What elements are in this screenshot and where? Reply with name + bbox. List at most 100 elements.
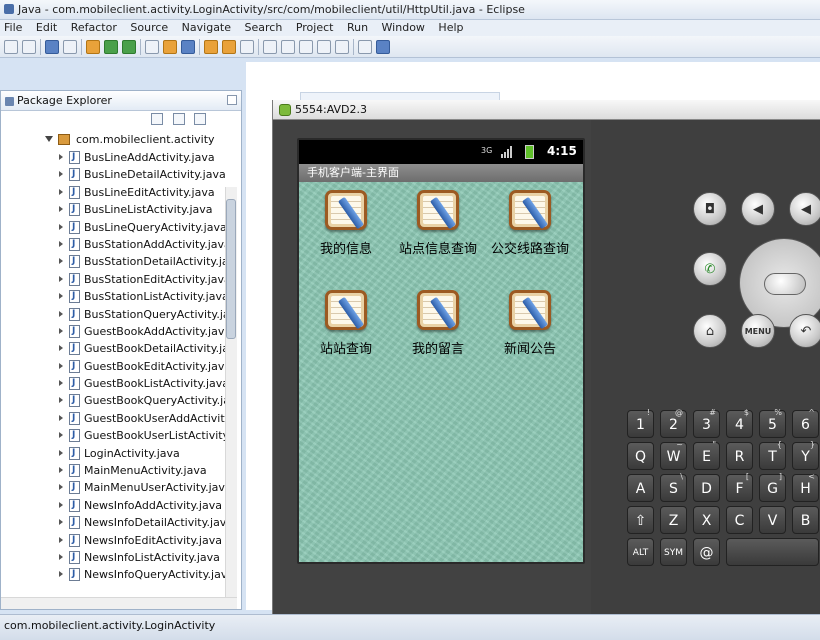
key-shift[interactable]: ⇧ [627, 506, 654, 534]
expand-arrow-icon[interactable] [59, 345, 63, 352]
file-item[interactable]: BusLineListActivity.java [59, 201, 227, 219]
avd-manager-icon[interactable] [181, 39, 195, 54]
key-a[interactable]: A [627, 474, 654, 502]
next-annotation-icon[interactable] [281, 39, 295, 54]
expand-arrow-icon[interactable] [59, 223, 63, 230]
key-z[interactable]: Z [660, 506, 687, 534]
print-icon[interactable] [45, 39, 59, 54]
file-item[interactable]: BusStationListActivity.java [59, 288, 227, 306]
key-w[interactable]: W ~ [660, 440, 687, 470]
expand-arrow-icon[interactable] [59, 484, 63, 491]
run-external-icon[interactable] [122, 39, 136, 54]
open-folder-icon[interactable] [204, 39, 218, 54]
file-item[interactable]: NewsInfoQueryActivity.java [59, 566, 227, 584]
key-1[interactable]: 1! [627, 408, 654, 438]
expand-arrow-icon[interactable] [59, 293, 63, 300]
menu-window[interactable]: Window [378, 20, 431, 36]
file-item[interactable]: BusStationQueryActivity.java [59, 306, 227, 323]
key-y[interactable]: Y} [792, 440, 819, 470]
file-item[interactable]: BusStationDetailActivity.java [59, 253, 227, 271]
expand-arrow-icon[interactable] [59, 171, 63, 178]
menu-file[interactable]: File [0, 20, 28, 36]
camera-icon[interactable]: ◘ [693, 192, 727, 226]
key-6[interactable]: 6 ^ [792, 408, 819, 438]
key-f[interactable]: F[ [726, 472, 753, 502]
key-g[interactable]: G] [759, 472, 786, 502]
file-item[interactable]: BusLineAddActivity.java [59, 149, 227, 166]
menu-edit[interactable]: Edit [32, 20, 63, 36]
key-at[interactable]: @ [693, 538, 720, 566]
tile-my-messages[interactable]: 我的留言 [393, 282, 483, 362]
expand-arrow-icon[interactable] [59, 240, 63, 247]
run-icon[interactable] [104, 39, 118, 54]
expand-arrow-icon[interactable] [59, 467, 63, 474]
file-item[interactable]: GuestBookAddActivity.java [59, 323, 227, 340]
file-item[interactable]: MainMenuActivity.java [59, 462, 227, 479]
tile-news[interactable]: 新闻公告 [485, 282, 575, 362]
collapse-all-icon[interactable] [151, 113, 163, 125]
file-item[interactable]: BusLineDetailActivity.java [59, 166, 227, 184]
key-x[interactable]: X [693, 506, 720, 534]
key-sym[interactable]: SYM [660, 538, 687, 566]
file-item[interactable]: BusStationEditActivity.java [59, 271, 227, 288]
tile-station-query[interactable]: 站点信息查询 [393, 182, 483, 262]
menu-button[interactable]: MENU [741, 314, 775, 348]
key-c[interactable]: C [726, 506, 753, 534]
file-item[interactable]: BusStationAddActivity.java [59, 236, 227, 253]
perspective-icon[interactable] [358, 39, 372, 54]
new-icon[interactable] [4, 39, 18, 54]
expand-arrow-icon[interactable] [59, 258, 63, 265]
menu-refactor[interactable]: Refactor [67, 20, 123, 36]
checkbox-icon[interactable] [63, 39, 77, 54]
key-alt[interactable]: ALT [627, 538, 654, 566]
expand-arrow-icon[interactable] [59, 432, 63, 439]
expand-arrow-icon[interactable] [59, 327, 63, 334]
file-item[interactable]: BusLineQueryActivity.java [59, 219, 227, 236]
minimize-icon[interactable] [227, 95, 237, 105]
expand-arrow-icon[interactable] [59, 449, 63, 456]
expand-arrow-icon[interactable] [59, 380, 63, 387]
folder-icon[interactable] [222, 39, 236, 54]
key-h[interactable]: H < [792, 472, 819, 502]
file-item[interactable]: GuestBookUserAddActivity.java [59, 410, 227, 427]
file-item[interactable]: GuestBookUserListActivity.java [59, 427, 227, 445]
key-t[interactable]: T{ [759, 440, 786, 470]
file-item[interactable]: NewsInfoDetailActivity.java [59, 514, 227, 532]
file-item[interactable]: GuestBookDetailActivity.java [59, 340, 227, 358]
save-icon[interactable] [22, 39, 36, 54]
volume-up-icon[interactable]: ◀ [789, 192, 820, 226]
view-menu-icon[interactable] [194, 113, 206, 125]
key-2[interactable]: 2 @ [660, 408, 687, 438]
file-item[interactable]: MainMenuUserActivity.java [59, 479, 227, 497]
expand-arrow-icon[interactable] [59, 519, 63, 526]
menu-search[interactable]: Search [241, 20, 289, 36]
menu-source[interactable]: Source [126, 20, 174, 36]
expand-arrow-icon[interactable] [59, 206, 63, 213]
key-d[interactable]: D [693, 474, 720, 502]
key-3[interactable]: 3 # [693, 408, 720, 438]
forward-icon[interactable] [335, 39, 349, 54]
link-editor-icon[interactable] [172, 113, 185, 125]
menu-run[interactable]: Run [343, 20, 374, 36]
expand-arrow-icon[interactable] [59, 275, 63, 282]
menu-help[interactable]: Help [434, 20, 469, 36]
key-s[interactable]: S \ [660, 472, 687, 502]
key-e[interactable]: E " [693, 440, 720, 470]
expand-arrow-icon[interactable] [59, 501, 63, 508]
expand-arrow-icon[interactable] [59, 414, 63, 421]
package-node[interactable]: com.mobileclient.activity [45, 133, 215, 147]
file-item[interactable]: NewsInfoAddActivity.java [59, 497, 227, 514]
horizontal-scrollbar[interactable] [1, 597, 237, 609]
volume-down-icon[interactable]: ◀ [741, 192, 775, 226]
prev-annotation-icon[interactable] [299, 39, 313, 54]
tile-stop-to-stop[interactable]: 站站查询 [301, 282, 391, 362]
key-5[interactable]: 5% [759, 408, 786, 438]
key-space[interactable] [726, 538, 819, 566]
java-perspective-icon[interactable] [376, 39, 390, 54]
tile-line-query[interactable]: 公交线路查询 [485, 182, 575, 262]
scrollbar-thumb[interactable] [226, 199, 236, 339]
dpad-center[interactable] [764, 273, 806, 295]
open-type-icon[interactable] [145, 39, 159, 54]
android-sdk-icon[interactable] [163, 39, 177, 54]
tile-my-info[interactable]: 我的信息 [301, 182, 391, 262]
